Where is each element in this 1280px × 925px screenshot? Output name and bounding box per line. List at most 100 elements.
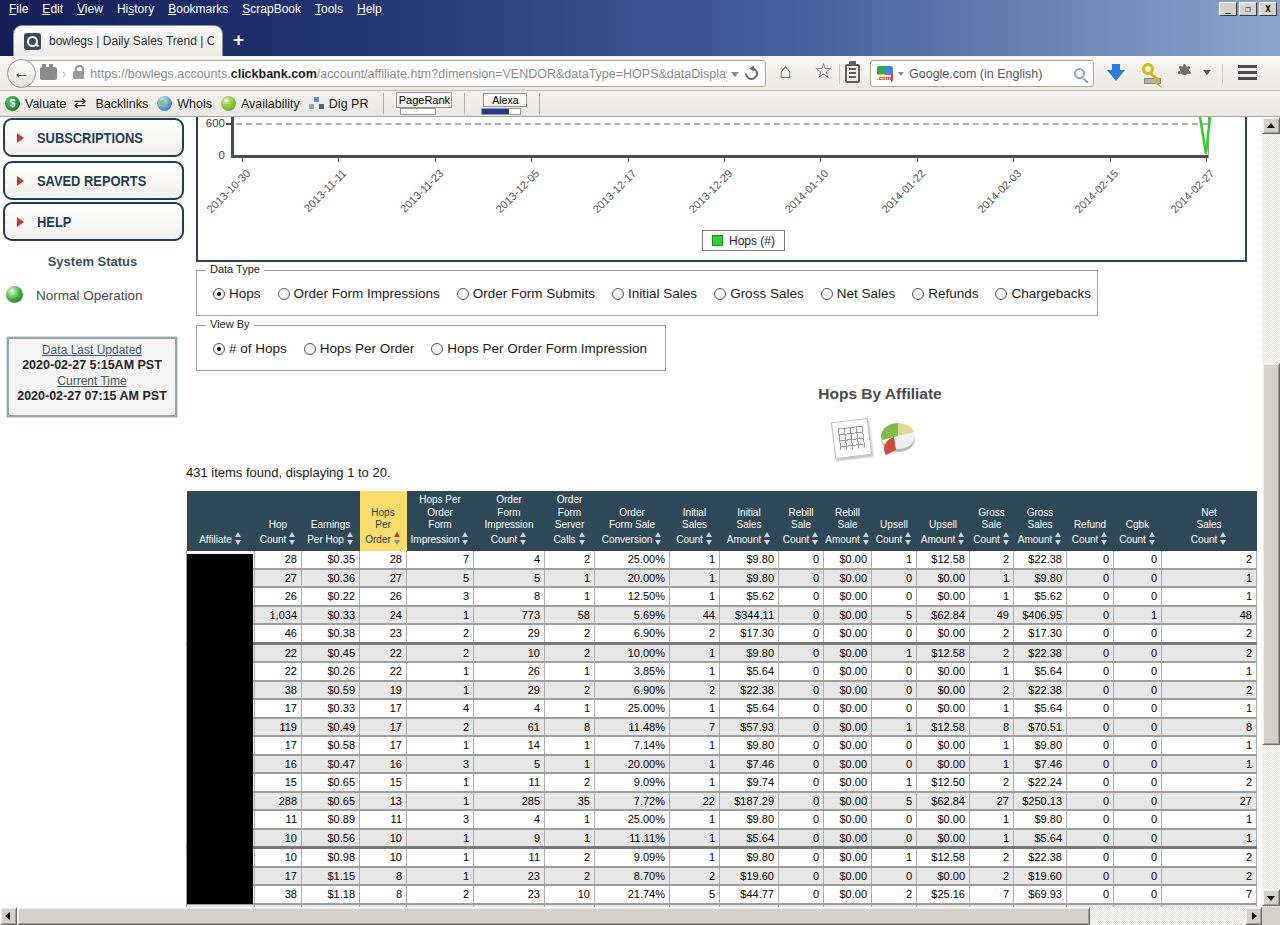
column-header-order-form-impression-count[interactable]: OrderFormImpressionCount: [474, 491, 545, 551]
sort-arrows-icon[interactable]: [289, 532, 296, 545]
sort-arrows-icon[interactable]: [1055, 532, 1062, 545]
menu-file[interactable]: File: [2, 2, 35, 16]
pagerank-button[interactable]: PageRank: [396, 92, 452, 108]
radio-initial-sales[interactable]: Initial Sales: [612, 286, 697, 301]
sort-arrows-icon[interactable]: [1101, 532, 1108, 545]
column-header-hop-count[interactable]: HopCount: [255, 491, 302, 551]
radio-order-form-impressions[interactable]: Order Form Impressions: [278, 286, 440, 301]
radio-refunds[interactable]: Refunds: [912, 286, 978, 301]
alexa-widget[interactable]: Alexa: [471, 91, 533, 117]
reading-list-icon[interactable]: [845, 64, 860, 83]
sort-arrows-icon[interactable]: [764, 532, 771, 545]
menu-scrapbook[interactable]: ScrapBook: [235, 2, 308, 16]
overflow-caret-icon[interactable]: [1203, 70, 1211, 79]
column-header-affiliate[interactable]: Affiliate: [187, 491, 255, 551]
radio--of-hops[interactable]: # of Hops: [213, 341, 287, 356]
search-icon[interactable]: [1074, 68, 1085, 79]
column-header-order-form-server-calls[interactable]: OrderFormServerCalls: [545, 491, 595, 551]
restore-button[interactable]: ❐: [1239, 2, 1257, 16]
pagerank-widget[interactable]: PageRank: [390, 91, 458, 117]
url-bar[interactable]: › https://bowlegs.accounts.clickbank.com…: [22, 60, 766, 87]
key-icon[interactable]: [1142, 63, 1154, 75]
search-engine-dropdown-icon[interactable]: [898, 72, 904, 79]
browser-tab[interactable]: bowlegs | Daily Sales Trend | Clic...: [13, 25, 223, 56]
current-time-link[interactable]: Current Time: [9, 374, 175, 388]
sort-arrows-icon[interactable]: [706, 532, 713, 545]
sort-arrows-icon[interactable]: [347, 532, 354, 545]
url-dropdown-icon[interactable]: [731, 72, 739, 81]
sort-arrows-icon[interactable]: [1149, 532, 1156, 545]
search-box[interactable]: Google.com (in English): [870, 60, 1094, 87]
sort-arrows-icon[interactable]: [655, 532, 662, 545]
vertical-scroll-thumb[interactable]: [1262, 363, 1280, 745]
addon-whois[interactable]: Whois: [157, 96, 212, 111]
sort-arrows-icon[interactable]: [579, 532, 586, 545]
column-header-net-sales-count[interactable]: NetSalesCount: [1162, 491, 1257, 551]
sort-arrows-icon[interactable]: [905, 532, 912, 545]
sidebar-button-help[interactable]: HELP: [3, 202, 184, 241]
search-input[interactable]: Google.com (in English): [909, 67, 1074, 81]
menu-bookmarks[interactable]: Bookmarks: [161, 2, 235, 16]
sort-arrows-icon[interactable]: [235, 532, 242, 545]
radio-gross-sales[interactable]: Gross Sales: [714, 286, 804, 301]
bookmark-star-icon[interactable]: ☆: [814, 59, 833, 83]
column-header-cgbk-count[interactable]: CgbkCount: [1114, 491, 1162, 551]
column-header-rebill-sale-count[interactable]: RebillSaleCount: [779, 491, 824, 551]
sort-arrows-icon[interactable]: [863, 532, 870, 545]
new-tab-button[interactable]: +: [233, 29, 244, 51]
column-header-upsell-count[interactable]: UpsellCount: [872, 491, 917, 551]
back-button[interactable]: ←: [7, 59, 36, 88]
scroll-up-button[interactable]: [1262, 117, 1280, 134]
menu-edit[interactable]: Edit: [35, 2, 70, 16]
home-icon[interactable]: ⌂: [779, 59, 792, 83]
column-header-order-formsale-conversion[interactable]: OrderForm SaleConversion: [595, 491, 670, 551]
addon-valuate[interactable]: $Valuate: [5, 96, 66, 111]
scroll-left-button[interactable]: [0, 907, 17, 925]
column-header-upsell-amount[interactable]: UpsellAmount: [917, 491, 970, 551]
menu-tools[interactable]: Tools: [308, 2, 350, 16]
column-header-rebill-sale-amount[interactable]: RebillSaleAmount: [824, 491, 872, 551]
sidebar-button-subscriptions[interactable]: SUBSCRIPTIONS: [3, 118, 184, 157]
bug-icon[interactable]: [1180, 66, 1189, 75]
sort-arrows-icon[interactable]: [462, 532, 469, 545]
sort-arrows-icon[interactable]: [520, 532, 527, 545]
scroll-right-button[interactable]: [1245, 907, 1262, 925]
column-header-hopsper-order-form-impression[interactable]: Hops PerOrderFormImpression: [407, 491, 474, 551]
addon-backlinks[interactable]: Backlinks: [75, 96, 148, 111]
addon-availability[interactable]: Availability: [221, 96, 300, 111]
horizontal-scroll-thumb[interactable]: [17, 907, 1090, 925]
radio-hops-per-order[interactable]: Hops Per Order: [304, 341, 415, 356]
radio-hops[interactable]: Hops: [213, 286, 261, 301]
menu-hamburger-icon[interactable]: [1238, 65, 1257, 68]
reload-icon[interactable]: [742, 64, 760, 82]
addon-dig-pr[interactable]: Dig PR: [309, 96, 369, 111]
radio-chargebacks[interactable]: Chargebacks: [995, 286, 1091, 301]
column-header-gross-sales-amount[interactable]: GrossSalesAmount: [1014, 491, 1067, 551]
minimize-button[interactable]: _: [1219, 2, 1237, 16]
column-header-gross-sale-count[interactable]: GrossSaleCount: [970, 491, 1014, 551]
sort-arrows-icon[interactable]: [958, 532, 965, 545]
menu-view[interactable]: View: [70, 2, 110, 16]
column-header-initial-sales-amount[interactable]: InitialSalesAmount: [720, 491, 779, 551]
pie-chart-icon[interactable]: [875, 416, 923, 460]
sort-arrows-icon[interactable]: [812, 532, 819, 545]
table-view-icon[interactable]: [831, 418, 872, 459]
column-header-earnings-perhop[interactable]: EarningsPer Hop: [302, 491, 360, 551]
column-header-hops-per-order[interactable]: HopsPerOrder: [360, 491, 407, 551]
scroll-down-button[interactable]: [1262, 889, 1280, 906]
sort-arrows-icon[interactable]: [1003, 532, 1010, 545]
sort-arrows-icon[interactable]: [394, 532, 401, 545]
data-last-updated-link[interactable]: Data Last Updated: [9, 343, 175, 357]
radio-order-form-submits[interactable]: Order Form Submits: [457, 286, 595, 301]
sidebar-button-saved-reports[interactable]: SAVED REPORTS: [3, 161, 184, 200]
menu-help[interactable]: Help: [350, 2, 389, 16]
radio-net-sales[interactable]: Net Sales: [821, 286, 896, 301]
radio-hops-per-order-form-impression[interactable]: Hops Per Order Form Impression: [431, 341, 647, 356]
column-header-initial-sales-count[interactable]: InitialSalesCount: [670, 491, 720, 551]
sort-arrows-icon[interactable]: [1220, 532, 1227, 545]
column-header-refund-count[interactable]: RefundCount: [1067, 491, 1114, 551]
close-button[interactable]: X: [1259, 2, 1277, 16]
downloads-icon[interactable]: [1107, 70, 1125, 90]
alexa-button[interactable]: Alexa: [483, 93, 527, 107]
menu-history[interactable]: History: [110, 2, 161, 16]
